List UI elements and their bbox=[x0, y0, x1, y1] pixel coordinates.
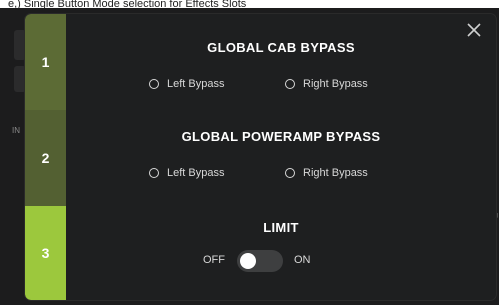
tab-1-label: 1 bbox=[41, 54, 50, 70]
limit-toggle-row: OFF ON bbox=[66, 250, 496, 272]
poweramp-right-bypass-label: Right Bypass bbox=[303, 167, 368, 179]
limit-toggle-switch[interactable] bbox=[237, 250, 283, 272]
caption-text: e,) Single Button Mode selection for Eff… bbox=[0, 0, 499, 8]
radio-circle-icon bbox=[149, 79, 159, 89]
cab-bypass-options: Left Bypass Right Bypass bbox=[66, 78, 496, 96]
tab-3[interactable]: 3 bbox=[25, 206, 66, 300]
limit-off-label: OFF bbox=[203, 254, 225, 266]
global-bypass-dialog: 1 2 3 GLOBAL CAB BYPASS Left Bypass Righ… bbox=[25, 14, 496, 300]
slot-tab-column: 1 2 3 bbox=[25, 14, 66, 300]
radio-circle-icon bbox=[285, 168, 295, 178]
poweramp-bypass-title: GLOBAL POWERAMP BYPASS bbox=[181, 129, 381, 144]
radio-circle-icon bbox=[149, 168, 159, 178]
cab-left-bypass-radio[interactable]: Left Bypass bbox=[149, 78, 224, 90]
poweramp-right-bypass-radio[interactable]: Right Bypass bbox=[285, 167, 368, 179]
poweramp-left-bypass-radio[interactable]: Left Bypass bbox=[149, 167, 224, 179]
close-icon bbox=[467, 23, 481, 37]
cab-bypass-title: GLOBAL CAB BYPASS bbox=[207, 40, 355, 55]
close-button[interactable] bbox=[466, 22, 482, 38]
limit-title: LIMIT bbox=[263, 220, 299, 235]
poweramp-left-bypass-label: Left Bypass bbox=[167, 167, 225, 179]
cab-right-bypass-radio[interactable]: Right Bypass bbox=[285, 78, 368, 90]
background-label-in: IN bbox=[12, 126, 20, 135]
tab-2-label: 2 bbox=[41, 150, 50, 166]
limit-on-label: ON bbox=[294, 254, 311, 266]
radio-circle-icon bbox=[285, 79, 295, 89]
cab-right-bypass-label: Right Bypass bbox=[303, 78, 368, 90]
poweramp-bypass-options: Left Bypass Right Bypass bbox=[66, 167, 496, 185]
tab-1[interactable]: 1 bbox=[25, 14, 66, 111]
tab-2[interactable]: 2 bbox=[25, 110, 66, 207]
cab-left-bypass-label: Left Bypass bbox=[167, 78, 225, 90]
tab-3-label: 3 bbox=[41, 245, 50, 261]
toggle-knob bbox=[240, 253, 256, 269]
